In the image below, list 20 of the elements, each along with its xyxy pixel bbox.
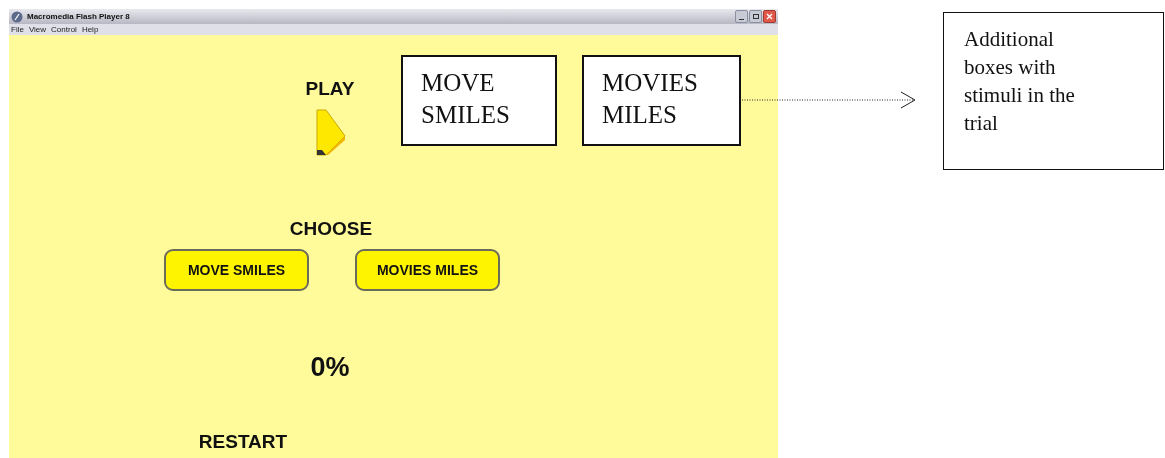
restore-button[interactable] — [749, 10, 762, 23]
play-icon[interactable] — [316, 109, 346, 156]
choice-button[interactable]: MOVE SMILES — [164, 249, 309, 291]
minimize-button[interactable] — [735, 10, 748, 23]
menu-item[interactable]: Control — [51, 25, 77, 34]
score-text: 0% — [309, 351, 351, 384]
app-icon — [11, 10, 23, 23]
window-title: Macromedia Flash Player 8 — [27, 10, 130, 23]
restart-button[interactable]: RESTART — [178, 428, 308, 457]
stimulus-box: MOVIES MILES — [582, 55, 741, 146]
callout-box: Additional boxes with stimuli in the trial — [943, 12, 1164, 170]
close-button[interactable] — [763, 10, 776, 23]
menu-item[interactable]: File — [11, 25, 24, 34]
choose-label: CHOOSE — [288, 217, 374, 241]
play-label: PLAY — [304, 77, 356, 101]
menu-item[interactable]: Help — [81, 25, 99, 34]
menu-item[interactable]: View — [28, 25, 47, 34]
stimulus-box: MOVE SMILES — [401, 55, 557, 146]
close-icon — [766, 13, 773, 20]
choice-button[interactable]: MOVIES MILES — [355, 249, 500, 291]
